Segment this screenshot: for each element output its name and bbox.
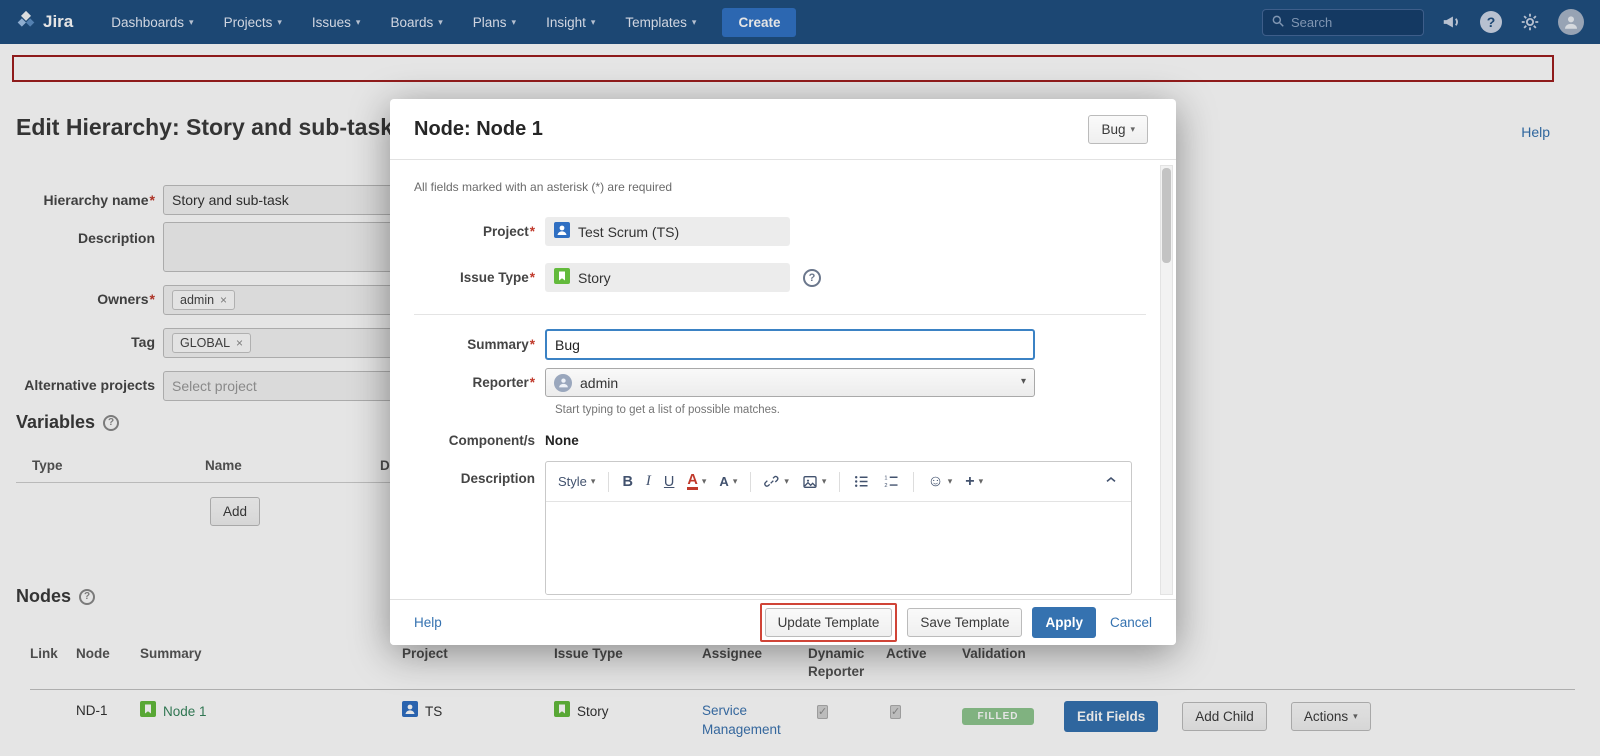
scrollbar[interactable] — [1160, 165, 1173, 595]
help-link[interactable]: Help — [414, 615, 442, 630]
chevron-down-icon: ▾ — [733, 476, 738, 487]
chevron-down-icon: ▾ — [784, 476, 789, 487]
issue-type-switch-dropdown[interactable]: Bug ▾ — [1088, 115, 1148, 144]
text-color-icon[interactable]: A▾ — [687, 473, 706, 490]
components-value: None — [545, 433, 579, 448]
footer-actions: Update Template Save Template Apply Canc… — [760, 603, 1152, 642]
reporter-value: admin — [580, 375, 618, 391]
italic-icon[interactable]: I — [646, 473, 651, 490]
chevron-down-icon: ▾ — [979, 476, 984, 487]
components-label: Component/s — [414, 433, 545, 448]
svg-text:1: 1 — [885, 475, 888, 481]
style-dropdown[interactable]: Style▾ — [558, 474, 595, 489]
dialog-body: All fields marked with an asterisk (*) a… — [390, 160, 1176, 599]
update-template-button[interactable]: Update Template — [765, 608, 893, 637]
plus-icon[interactable]: +▾ — [965, 473, 983, 491]
numbered-list-icon[interactable]: 12 — [883, 473, 900, 490]
components-row: Component/s None — [414, 433, 1146, 448]
svg-text:2: 2 — [885, 483, 888, 489]
scrollbar-thumb[interactable] — [1162, 168, 1171, 263]
description-row: Description Style▾ B I U A▾ A▾ ▾ ▾ — [414, 461, 1146, 595]
issue-type-field: Story — [545, 263, 790, 292]
link-icon[interactable]: ▾ — [764, 474, 789, 490]
apply-button[interactable]: Apply — [1032, 607, 1096, 638]
dialog-header: Node: Node 1 Bug ▾ — [390, 99, 1176, 160]
issue-type-value: Story — [578, 270, 611, 286]
bullet-list-icon[interactable] — [853, 473, 870, 490]
required-asterisk: * — [530, 270, 535, 285]
issue-type-label: Issue Type* — [414, 270, 545, 285]
question-icon[interactable]: ? — [803, 269, 821, 287]
screen: Jira Dashboards▾ Projects▾ Issues▾ Board… — [0, 0, 1600, 756]
description-textarea[interactable] — [546, 502, 1131, 594]
project-field: Test Scrum (TS) — [545, 217, 790, 246]
toolbar-separator — [913, 472, 914, 492]
chevron-down-icon: ▾ — [1130, 124, 1135, 135]
description-editor: Style▾ B I U A▾ A▾ ▾ ▾ 12 ☺ — [545, 461, 1132, 595]
project-label: Project* — [414, 224, 545, 239]
save-template-button[interactable]: Save Template — [907, 608, 1022, 637]
emoji-icon[interactable]: ☺▾ — [927, 473, 952, 491]
annotation-box-banner — [12, 55, 1554, 82]
reporter-label: Reporter* — [414, 375, 545, 390]
section-divider — [414, 314, 1146, 315]
bold-icon[interactable]: B — [622, 474, 632, 490]
project-value: Test Scrum (TS) — [578, 224, 679, 240]
required-asterisk: * — [530, 337, 535, 352]
toolbar-separator — [839, 472, 840, 492]
cancel-link[interactable]: Cancel — [1110, 615, 1152, 630]
summary-input[interactable] — [545, 329, 1035, 360]
insert-image-icon[interactable]: ▾ — [802, 474, 827, 490]
more-formatting-icon[interactable]: A▾ — [719, 474, 737, 489]
dialog-title: Node: Node 1 — [414, 118, 543, 141]
underline-icon[interactable]: U — [664, 474, 674, 490]
chevron-down-icon: ▾ — [822, 476, 827, 487]
required-asterisk: * — [530, 375, 535, 390]
summary-row: Summary* — [414, 329, 1146, 360]
annotation-box-update-template: Update Template — [760, 603, 898, 642]
summary-label: Summary* — [414, 337, 545, 352]
issue-type-row: Issue Type* Story ? — [414, 263, 1146, 292]
issue-type-switch-label: Bug — [1101, 122, 1125, 137]
required-asterisk: * — [530, 224, 535, 239]
user-icon — [554, 374, 572, 392]
reporter-select[interactable]: admin ▾ — [545, 368, 1035, 397]
story-icon — [554, 268, 570, 287]
description-label: Description — [414, 461, 545, 486]
toolbar-separator — [750, 472, 751, 492]
chevron-down-icon: ▾ — [591, 476, 596, 487]
toolbar-separator — [608, 472, 609, 492]
reporter-row: Reporter* admin ▾ — [414, 368, 1146, 397]
chevron-down-icon: ▾ — [948, 476, 953, 487]
required-note: All fields marked with an asterisk (*) a… — [414, 180, 1146, 194]
reporter-hint: Start typing to get a list of possible m… — [555, 404, 1146, 416]
dialog-footer: Help Update Template Save Template Apply… — [390, 599, 1176, 645]
chevron-down-icon: ▾ — [702, 476, 707, 487]
editor-toolbar: Style▾ B I U A▾ A▾ ▾ ▾ 12 ☺ — [546, 462, 1131, 502]
chevron-down-icon: ▾ — [1021, 376, 1026, 387]
collapse-toolbar-icon[interactable] — [1103, 472, 1119, 491]
project-avatar-icon — [554, 222, 570, 241]
node-edit-dialog: Node: Node 1 Bug ▾ All fields marked with… — [390, 99, 1176, 645]
project-row: Project* Test Scrum (TS) — [414, 217, 1146, 246]
